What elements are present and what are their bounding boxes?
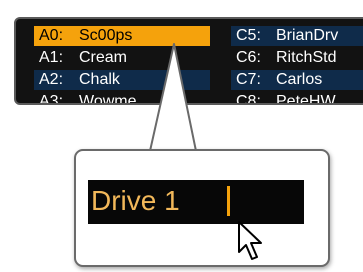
- mouse-pointer-arrow-icon: [238, 221, 262, 260]
- rename-field[interactable]: Drive 1: [88, 180, 304, 260]
- zoom-callout: Drive 1: [74, 149, 330, 267]
- rename-field-value: Drive 1: [91, 185, 180, 216]
- text-caret: [227, 186, 230, 216]
